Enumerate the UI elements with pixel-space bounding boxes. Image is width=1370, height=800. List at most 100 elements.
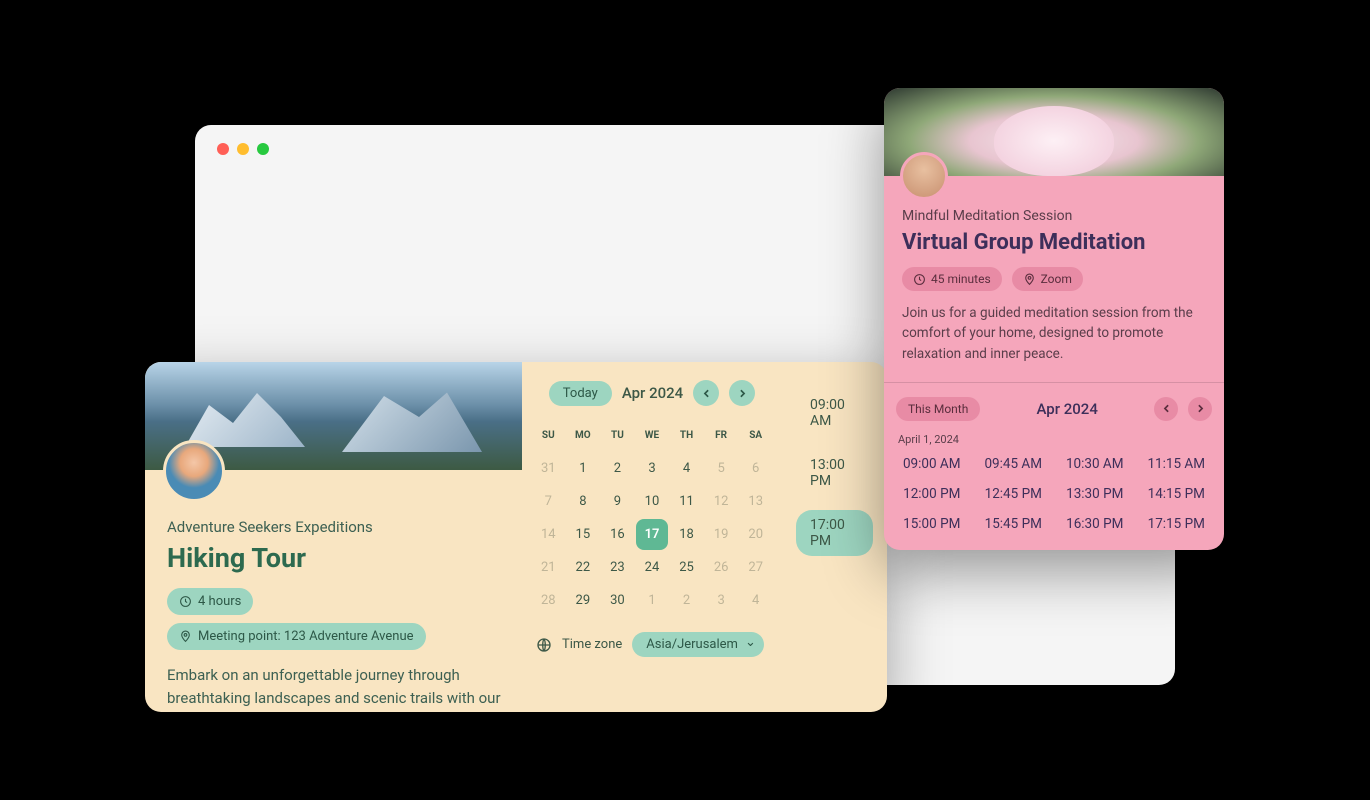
calendar-day[interactable]: 20 <box>739 519 772 550</box>
calendar-day[interactable]: 24 <box>636 552 669 583</box>
instructor-avatar <box>900 152 948 200</box>
calendar-grid: SUMOTUWETHFRSA31123456789101112131415161… <box>532 424 772 616</box>
prev-month-button[interactable] <box>1154 397 1178 421</box>
hiking-booking-card: Adventure Seekers Expeditions Hiking Tou… <box>145 362 887 712</box>
clock-icon <box>179 595 192 608</box>
calendar-day[interactable]: 2 <box>601 453 634 484</box>
this-month-button[interactable]: This Month <box>896 397 980 421</box>
calendar-day[interactable]: 26 <box>705 552 738 583</box>
meditation-tags: 45 minutes Zoom <box>902 267 1206 291</box>
calendar-day[interactable]: 28 <box>532 585 565 616</box>
calendar-day[interactable]: 25 <box>670 552 703 583</box>
calendar-day[interactable]: 2 <box>670 585 703 616</box>
calendar-day[interactable]: 1 <box>636 585 669 616</box>
next-month-button[interactable] <box>1188 397 1212 421</box>
time-slots-panel: 09:00 AM 13:00 PM 17:00 PM <box>782 362 887 712</box>
weekday-header: SU <box>532 424 565 451</box>
calendar-day[interactable]: 6 <box>739 453 772 484</box>
time-slot[interactable]: 17:00 PM <box>796 510 873 556</box>
meditation-subtitle: Mindful Meditation Session <box>902 208 1206 224</box>
calendar-day[interactable]: 17 <box>636 519 669 550</box>
timezone-row: Time zone Asia/Jerusalem <box>532 632 772 657</box>
calendar-day[interactable]: 10 <box>636 486 669 517</box>
time-slot[interactable]: 13:30 PM <box>1059 486 1131 502</box>
hiking-description: Embark on an unforgettable journey throu… <box>167 664 502 712</box>
time-slot[interactable]: 11:15 AM <box>1141 456 1213 472</box>
close-window-icon[interactable] <box>217 143 229 155</box>
chevron-right-icon <box>736 387 749 400</box>
time-slot[interactable]: 15:00 PM <box>896 516 968 532</box>
calendar-day[interactable]: 15 <box>567 519 600 550</box>
calendar-day[interactable]: 8 <box>567 486 600 517</box>
time-slot[interactable]: 17:15 PM <box>1141 516 1213 532</box>
duration-text: 4 hours <box>198 594 241 609</box>
hiking-tags: 4 hours Meeting point: 123 Adventure Ave… <box>167 588 502 650</box>
weekday-header: FR <box>705 424 738 451</box>
calendar-day[interactable]: 21 <box>532 552 565 583</box>
location-pill: Zoom <box>1012 267 1083 291</box>
calendar-day[interactable]: 4 <box>739 585 772 616</box>
calendar-day[interactable]: 9 <box>601 486 634 517</box>
time-slot[interactable]: 10:30 AM <box>1059 456 1131 472</box>
calendar-day[interactable]: 31 <box>532 453 565 484</box>
time-slot[interactable]: 09:00 AM <box>796 390 873 436</box>
meditation-booking-card: Mindful Meditation Session Virtual Group… <box>884 88 1224 550</box>
hiking-subtitle: Adventure Seekers Expeditions <box>167 518 502 536</box>
time-grid: 09:00 AM 09:45 AM 10:30 AM 11:15 AM 12:00 PM… <box>896 456 1212 532</box>
time-slot[interactable]: 14:15 PM <box>1141 486 1213 502</box>
next-month-button[interactable] <box>729 380 755 406</box>
weekday-header: MO <box>567 424 600 451</box>
hiking-info-panel: Adventure Seekers Expeditions Hiking Tou… <box>145 362 522 712</box>
time-slot[interactable]: 09:45 AM <box>978 456 1050 472</box>
time-slot[interactable]: 16:30 PM <box>1059 516 1131 532</box>
duration-pill: 4 hours <box>167 588 253 615</box>
weekday-header: TH <box>670 424 703 451</box>
calendar-day[interactable]: 23 <box>601 552 634 583</box>
prev-month-button[interactable] <box>693 380 719 406</box>
calendar-day[interactable]: 11 <box>670 486 703 517</box>
timezone-label: Time zone <box>562 637 622 652</box>
calendar-day[interactable]: 12 <box>705 486 738 517</box>
calendar-day[interactable]: 27 <box>739 552 772 583</box>
calendar-day[interactable]: 16 <box>601 519 634 550</box>
pin-icon <box>1023 273 1036 286</box>
calendar-day[interactable]: 5 <box>705 453 738 484</box>
time-slot[interactable]: 12:00 PM <box>896 486 968 502</box>
meditation-hero-image <box>884 88 1224 176</box>
time-slot[interactable]: 13:00 PM <box>796 450 873 496</box>
calendar-panel: Today Apr 2024 SUMOTUWETHFRSA31123456789… <box>522 362 782 712</box>
calendar-day[interactable]: 22 <box>567 552 600 583</box>
calendar-day[interactable]: 18 <box>670 519 703 550</box>
meditation-description: Join us for a guided meditation session … <box>902 303 1206 364</box>
weekday-header: WE <box>636 424 669 451</box>
hiking-title: Hiking Tour <box>167 542 502 574</box>
time-slot[interactable]: 15:45 PM <box>978 516 1050 532</box>
globe-icon <box>536 637 552 653</box>
calendar-day[interactable]: 1 <box>567 453 600 484</box>
schedule-header: This Month Apr 2024 <box>896 397 1212 421</box>
calendar-day[interactable]: 29 <box>567 585 600 616</box>
location-text: Zoom <box>1041 272 1072 286</box>
calendar-day[interactable]: 14 <box>532 519 565 550</box>
time-slot[interactable]: 12:45 PM <box>978 486 1050 502</box>
today-button[interactable]: Today <box>549 381 612 406</box>
location-text: Meeting point: 123 Adventure Avenue <box>198 629 414 644</box>
pin-icon <box>179 630 192 643</box>
calendar-day[interactable]: 3 <box>705 585 738 616</box>
calendar-day[interactable]: 7 <box>532 486 565 517</box>
weekday-header: TU <box>601 424 634 451</box>
calendar-day[interactable]: 4 <box>670 453 703 484</box>
calendar-header: Today Apr 2024 <box>532 380 772 406</box>
minimize-window-icon[interactable] <box>237 143 249 155</box>
calendar-day[interactable]: 19 <box>705 519 738 550</box>
calendar-day[interactable]: 13 <box>739 486 772 517</box>
maximize-window-icon[interactable] <box>257 143 269 155</box>
calendar-day[interactable]: 3 <box>636 453 669 484</box>
duration-text: 45 minutes <box>931 272 991 286</box>
meditation-schedule: This Month Apr 2024 April 1, 2024 09:00 … <box>884 382 1224 550</box>
duration-pill: 45 minutes <box>902 267 1002 291</box>
location-pill: Meeting point: 123 Adventure Avenue <box>167 623 426 650</box>
timezone-select[interactable]: Asia/Jerusalem <box>632 632 764 657</box>
time-slot[interactable]: 09:00 AM <box>896 456 968 472</box>
calendar-day[interactable]: 30 <box>601 585 634 616</box>
